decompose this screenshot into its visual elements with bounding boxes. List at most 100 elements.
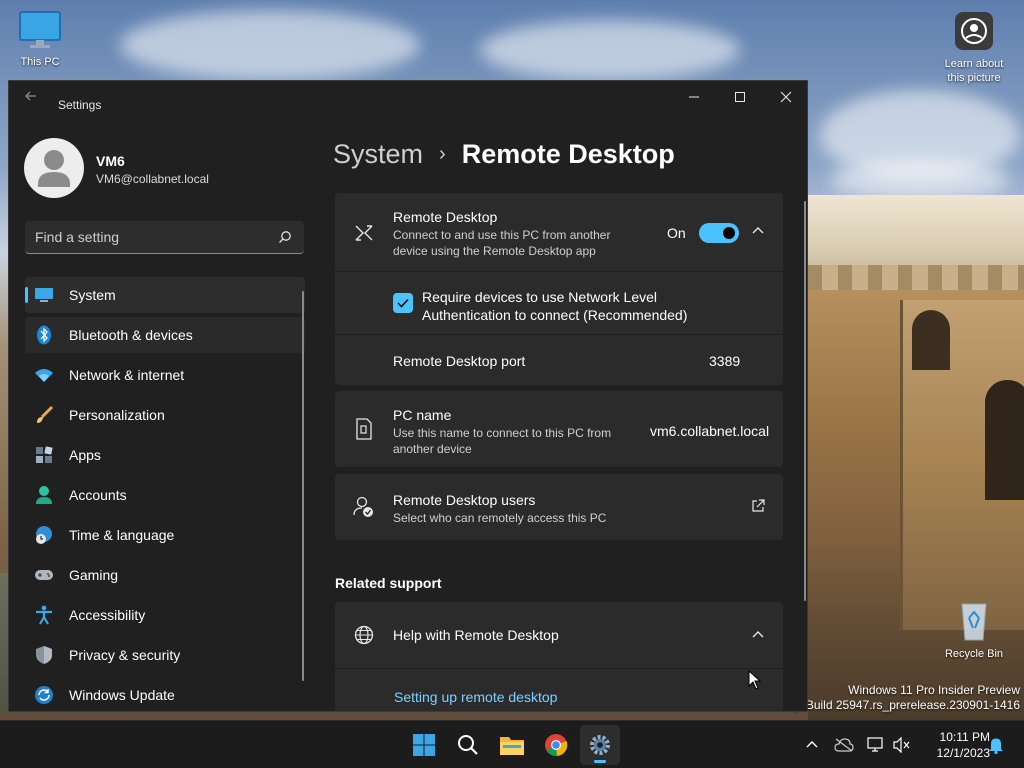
chevron-up-icon[interactable] [751,628,765,647]
nla-label-line2: Authentication to connect (Recommended) [422,307,688,323]
sidebar-item-privacy-security[interactable]: Privacy & security [25,637,305,673]
sidebar-item-label: Network & internet [69,367,185,383]
title-bar[interactable]: Settings [9,81,807,113]
avatar[interactable] [24,138,84,198]
desktop-icon-label: Learn about this picture [944,58,1004,84]
maximize-button[interactable] [717,81,763,113]
sidebar-item-bluetooth[interactable]: Bluetooth & devices [25,317,305,353]
network-icon [867,737,883,752]
open-external-icon[interactable] [751,499,765,518]
close-button[interactable] [763,81,807,113]
remote-desktop-title: Remote Desktop [393,209,498,225]
remote-desktop-description-line1: Connect to and use this PC from another [393,228,611,242]
search-icon [458,735,478,755]
maximize-icon [735,92,745,102]
clock-date: 12/1/2023 [936,746,990,760]
breadcrumb-parent[interactable]: System [333,139,423,170]
speaker-muted-icon [893,737,910,753]
chevron-up-icon [806,741,818,748]
settings-search[interactable] [25,221,304,254]
sidebar-item-network[interactable]: Network & internet [25,357,305,393]
desktop-icon-recycle-bin[interactable]: Recycle Bin [934,598,1014,661]
show-hidden-icons-button[interactable] [802,735,822,755]
volume-tray[interactable] [892,735,912,755]
nla-row[interactable]: Require devices to use Network Level Aut… [335,272,783,334]
checkmark-icon [397,298,409,308]
camera-info-icon [955,12,993,50]
user-avatar-icon [38,150,70,187]
taskbar-clock[interactable]: 10:11 PM 12/1/2023 [920,729,990,761]
sidebar-item-label: Accessibility [69,607,146,623]
pc-name-card: PC name Use this name to connect to this… [335,391,783,467]
sidebar-item-label: Accounts [69,487,127,503]
help-title: Help with Remote Desktop [393,627,559,643]
arrow-left-icon [25,91,36,101]
start-button[interactable] [404,725,444,765]
onedrive-tray[interactable] [834,735,854,755]
sidebar-item-time-language[interactable]: Time & language [25,517,305,553]
sidebar-item-personalization[interactable]: Personalization [25,397,305,433]
back-button[interactable] [23,88,43,108]
rd-users-card[interactable]: Remote Desktop users Select who can remo… [335,474,783,540]
settings-taskbar-button[interactable] [580,725,620,765]
nla-checkbox[interactable] [393,293,413,313]
globe-clock-icon [34,525,54,545]
file-explorer-button[interactable] [492,725,532,765]
notifications-button[interactable] [986,735,1006,755]
sidebar-item-accounts[interactable]: Accounts [25,477,305,513]
chevron-up-icon[interactable] [751,224,765,243]
sidebar-item-label: Privacy & security [69,647,181,663]
window-title: Settings [58,98,102,112]
sidebar-item-label: Personalization [69,407,165,423]
sidebar-item-gaming[interactable]: Gaming [25,557,305,593]
breadcrumb: System › Remote Desktop [333,139,675,170]
sidebar-item-apps[interactable]: Apps [25,437,305,473]
rd-users-description: Select who can remotely access this PC [393,511,607,525]
sidebar-scrollbar[interactable] [302,291,304,681]
pc-name-description-line1: Use this name to connect to this PC from [393,426,612,440]
brush-icon [34,405,54,425]
search-input[interactable] [25,221,265,253]
pc-name-description-line2: another device [393,442,472,456]
sidebar-item-accessibility[interactable]: Accessibility [25,597,305,633]
taskbar-search-button[interactable] [448,725,488,765]
help-card: Help with Remote Desktop Setting up remo… [335,602,783,711]
settings-window: Settings VM6 VM6@collabnet.local Find a … [8,80,808,712]
pc-name-title: PC name [393,407,452,423]
system-icon [34,285,54,305]
desktop-icon-learn-about-picture[interactable]: Learn about this picture [934,10,1014,85]
desktop-icon-label: This PC [20,56,60,68]
bluetooth-icon [34,325,54,345]
desktop-icon-this-pc[interactable]: This PC [0,10,80,69]
close-icon [780,91,792,103]
network-tray[interactable] [866,735,886,755]
profile-email: VM6@collabnet.local [96,172,209,186]
remote-desktop-toggle[interactable] [699,223,739,243]
rd-port-value: 3389 [709,353,741,369]
windows-build-watermark: Windows 11 Pro Insider Preview y. Build … [794,683,1020,713]
sidebar-item-label: Bluetooth & devices [69,327,193,343]
monitor-icon [19,11,61,48]
search-icon[interactable] [278,230,292,244]
remote-desktop-description-line2: device using the Remote Desktop app [393,244,596,258]
folder-icon [500,737,524,755]
setting-up-remote-desktop-link[interactable]: Setting up remote desktop [394,689,557,705]
wifi-icon [34,365,54,385]
cloud-offline-icon [834,738,854,752]
help-row[interactable]: Help with Remote Desktop [335,602,783,668]
sidebar-item-windows-update[interactable]: Windows Update [25,677,305,711]
remote-desktop-row[interactable]: Remote Desktop Connect to and use this P… [335,193,783,271]
sidebar-nav: System Bluetooth & devices Network & int… [25,277,305,711]
nla-label-line1: Require devices to use Network Level [422,289,658,305]
watermark-line-2: y. Build 25947.rs_prerelease.230901-1416 [794,698,1020,712]
breadcrumb-separator: › [439,143,446,165]
content-scrollbar[interactable] [804,201,806,601]
document-icon [353,418,375,440]
rd-port-label: Remote Desktop port [393,353,526,369]
profile-name: VM6 [96,153,125,169]
minimize-button[interactable] [671,81,717,113]
related-support-heading: Related support [335,575,442,591]
sidebar-item-system[interactable]: System [25,277,305,313]
pc-name-value: vm6.collabnet.local [650,423,770,439]
chrome-button[interactable] [536,725,576,765]
